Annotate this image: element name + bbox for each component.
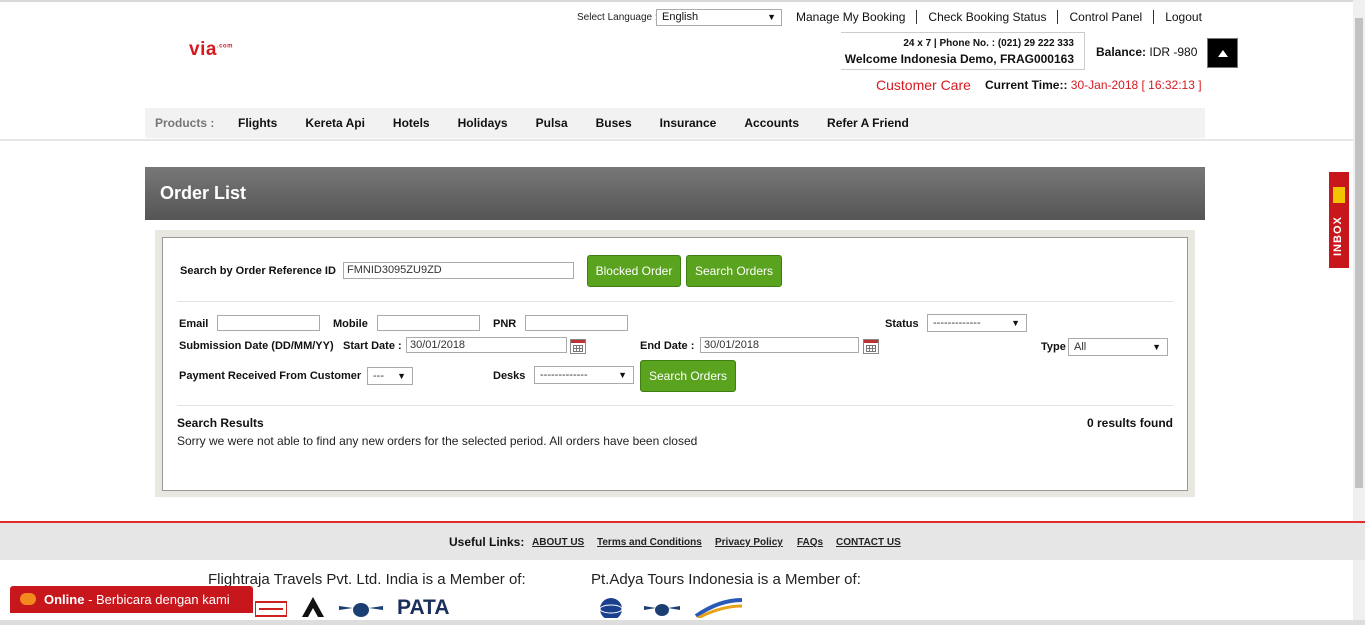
email-field[interactable]	[217, 315, 320, 331]
results-message: Sorry we were not able to find any new o…	[177, 434, 698, 448]
nav-item-accounts[interactable]: Accounts	[744, 116, 799, 130]
mobile-field[interactable]	[377, 315, 480, 331]
india-member-logos: PATA	[255, 594, 450, 618]
contact-box: 24 x 7 | Phone No. : (021) 29 222 333 We…	[841, 32, 1085, 70]
chevron-down-icon: ▼	[1011, 318, 1020, 328]
search-orders-button[interactable]: Search Orders	[686, 255, 782, 287]
submission-date-label: Submission Date (DD/MM/YY)	[179, 340, 334, 352]
divider	[177, 405, 1173, 406]
start-date-label: Start Date :	[343, 340, 402, 352]
type-value: All	[1074, 341, 1087, 353]
email-label: Email	[179, 318, 209, 330]
calendar-icon[interactable]	[570, 339, 586, 354]
payment-received-select[interactable]: --- ▼	[367, 367, 413, 385]
current-time: Current Time:: 30-Jan-2018 [ 16:32:13 ]	[985, 78, 1202, 92]
type-label: Type	[1041, 341, 1066, 353]
useful-links-label: Useful Links:	[449, 535, 525, 549]
search-orders-button-2[interactable]: Search Orders	[640, 360, 736, 392]
globe-logo	[599, 598, 623, 618]
member-india-text: Flightraja Travels Pvt. Ltd. India is a …	[208, 571, 526, 588]
products-label: Products :	[155, 116, 215, 130]
member-indonesia-text: Pt.Adya Tours Indonesia is a Member of:	[591, 571, 861, 588]
page: via.com Select Language : English ▼ Mana…	[0, 0, 1365, 625]
faqs-link[interactable]: FAQs	[797, 537, 823, 548]
indonesia-member-logos	[592, 594, 744, 618]
bottom-bar	[0, 620, 1365, 625]
blocked-order-button[interactable]: Blocked Order	[587, 255, 681, 287]
search-results-title: Search Results	[177, 416, 264, 430]
header-divider	[0, 139, 1365, 141]
iata-agent-logo	[255, 601, 287, 617]
chat-text: - Berbicara dengan kami	[84, 592, 230, 607]
status-value: -------------	[933, 317, 981, 329]
via-logo[interactable]: via.com	[189, 39, 233, 61]
payment-received-value: ---	[373, 370, 384, 382]
products-nav: Products : Flights Kereta Api Hotels Hol…	[145, 108, 1205, 138]
mobile-label: Mobile	[333, 318, 368, 330]
order-ref-label: Search by Order Reference ID	[180, 265, 336, 277]
start-date-input[interactable]: 30/01/2018	[406, 337, 567, 353]
nav-item-hotels[interactable]: Hotels	[393, 116, 430, 130]
divider	[177, 301, 1173, 302]
nav-item-flights[interactable]: Flights	[238, 116, 277, 130]
end-date-label: End Date :	[640, 340, 695, 352]
nav-item-pulsa[interactable]: Pulsa	[536, 116, 568, 130]
live-chat-button[interactable]: Online - Berbicara dengan kami	[10, 586, 253, 613]
nav-item-insurance[interactable]: Insurance	[660, 116, 717, 130]
control-panel-link[interactable]: Control Panel	[1057, 10, 1153, 24]
pata-logo: PATA	[397, 596, 450, 619]
language-value: English	[662, 11, 699, 23]
status-label: Status	[885, 318, 919, 330]
swoosh-logo	[694, 598, 743, 618]
scrollbar-thumb[interactable]	[1355, 18, 1363, 488]
chat-status: Online	[44, 592, 85, 607]
chat-bubble-icon	[20, 593, 36, 605]
chevron-down-icon: ▼	[1152, 342, 1161, 352]
current-time-value: 30-Jan-2018 [ 16:32:13 ]	[1070, 78, 1202, 92]
chevron-down-icon: ▼	[618, 370, 627, 380]
top-border	[0, 0, 1365, 2]
nav-item-buses[interactable]: Buses	[596, 116, 632, 130]
iata-wings-logo	[644, 604, 680, 616]
calendar-icon[interactable]	[863, 339, 879, 354]
language-label: Select Language :	[577, 12, 658, 23]
chevron-down-icon: ▼	[397, 371, 406, 381]
order-ref-input[interactable]: FMNID3095ZU9ZD	[343, 262, 574, 279]
terms-link[interactable]: Terms and Conditions	[597, 537, 702, 548]
airline-logo	[302, 597, 324, 617]
payment-received-label: Payment Received From Customer	[179, 370, 362, 382]
inbox-tab[interactable]: INBOX	[1329, 172, 1349, 268]
nav-item-kereta-api[interactable]: Kereta Api	[305, 116, 365, 130]
welcome-text: Welcome Indonesia Demo, FRAG000163	[844, 52, 1074, 66]
status-select[interactable]: ------------- ▼	[927, 314, 1027, 332]
envelope-icon	[1333, 187, 1345, 203]
contact-us-link[interactable]: CONTACT US	[836, 537, 901, 548]
desks-select[interactable]: ------------- ▼	[534, 366, 634, 384]
desks-label: Desks	[493, 370, 526, 382]
nav-item-holidays[interactable]: Holidays	[458, 116, 508, 130]
scroll-up-button[interactable]	[1207, 38, 1238, 68]
balance-value: IDR -980	[1149, 45, 1198, 59]
manage-booking-link[interactable]: Manage My Booking	[785, 10, 916, 24]
results-count: 0 results found	[1087, 416, 1174, 430]
end-date-input[interactable]: 30/01/2018	[700, 337, 859, 353]
about-us-link[interactable]: ABOUT US	[532, 537, 584, 548]
language-select[interactable]: English ▼	[656, 9, 782, 26]
top-links: Manage My Booking Check Booking Status C…	[785, 9, 1213, 25]
phone-number: 24 x 7 | Phone No. : (021) 29 222 333	[903, 38, 1074, 49]
privacy-policy-link[interactable]: Privacy Policy	[715, 537, 783, 548]
page-title: Order List	[145, 167, 1205, 220]
desks-value: -------------	[540, 369, 588, 381]
pnr-field[interactable]	[525, 315, 628, 331]
pnr-label: PNR	[493, 318, 517, 330]
chevron-down-icon: ▼	[767, 12, 776, 22]
balance: Balance: IDR -980	[1096, 45, 1198, 59]
nav-item-refer-a-friend[interactable]: Refer A Friend	[827, 116, 909, 130]
type-select[interactable]: All ▼	[1068, 338, 1168, 356]
check-booking-status-link[interactable]: Check Booking Status	[916, 10, 1057, 24]
customer-care-link[interactable]: Customer Care	[876, 77, 971, 93]
logout-link[interactable]: Logout	[1153, 10, 1213, 24]
inbox-label: INBOX	[1332, 216, 1344, 256]
iata-wings-logo	[339, 603, 383, 617]
